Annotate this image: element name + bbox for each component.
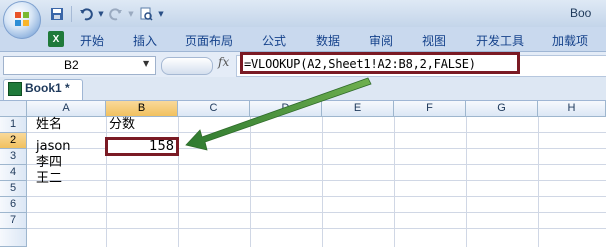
column-header-a[interactable]: A: [27, 101, 106, 117]
name-box-dropdown-icon[interactable]: ▼: [143, 59, 149, 68]
tab-insert[interactable]: 插入: [133, 32, 157, 49]
column-header-d[interactable]: D: [250, 101, 322, 117]
row-header-8[interactable]: [0, 229, 27, 247]
office-button[interactable]: [3, 1, 41, 39]
toolbar-divider: [71, 6, 72, 22]
column-header-e[interactable]: E: [322, 101, 394, 117]
cell-b1[interactable]: 分数: [109, 117, 135, 133]
quick-access-toolbar: ▼ ▼ ▼: [48, 4, 165, 24]
cell-b2[interactable]: 158: [108, 139, 174, 155]
save-icon[interactable]: [48, 5, 66, 23]
grid-line: [27, 212, 606, 213]
formula-bar-splitter[interactable]: [161, 57, 213, 75]
tab-addins[interactable]: 加载项: [552, 32, 588, 49]
row-header-3[interactable]: 3: [0, 149, 27, 165]
undo-dropdown-icon[interactable]: ▼: [97, 5, 105, 23]
formula-text: =VLOOKUP(A2,Sheet1!A2:B8,2,FALSE): [244, 57, 476, 71]
grid-line: [27, 180, 606, 181]
cell-a2[interactable]: jason: [36, 139, 71, 155]
tab-formulas[interactable]: 公式: [262, 32, 286, 49]
redo-icon[interactable]: [107, 5, 125, 23]
tab-data[interactable]: 数据: [316, 32, 340, 49]
column-header-c[interactable]: C: [178, 101, 250, 117]
customize-toolbar-icon[interactable]: ▼: [157, 5, 165, 23]
print-preview-icon[interactable]: [137, 5, 155, 23]
window-title: Boo: [570, 6, 592, 20]
office-logo-icon: [15, 12, 29, 26]
cell-a1[interactable]: 姓名: [36, 117, 62, 133]
select-all-corner[interactable]: [0, 101, 27, 117]
name-box-value: B2: [64, 58, 79, 72]
cell-a4[interactable]: 王二: [36, 171, 62, 187]
tab-home[interactable]: 开始: [80, 32, 104, 49]
row-header-6[interactable]: 6: [0, 197, 27, 213]
column-header-h[interactable]: H: [538, 101, 606, 117]
insert-function-icon[interactable]: fx: [218, 55, 229, 69]
grid-line: [27, 228, 606, 229]
workbook-tab-label: Book1 *: [25, 81, 70, 95]
tab-developer[interactable]: 开发工具: [476, 32, 524, 49]
ribbon-tab-bar: 开始 插入 页面布局 公式 数据 审阅 视图 开发工具 加载项: [0, 27, 606, 52]
excel-icon: X: [48, 31, 64, 47]
row-header-1[interactable]: 1: [0, 117, 27, 133]
row-header-5[interactable]: 5: [0, 181, 27, 197]
column-header-f[interactable]: F: [394, 101, 466, 117]
column-header-b[interactable]: B: [106, 101, 178, 117]
tab-view[interactable]: 视图: [422, 32, 446, 49]
row-header-4[interactable]: 4: [0, 165, 27, 181]
column-header-g[interactable]: G: [466, 101, 538, 117]
undo-icon[interactable]: [77, 5, 95, 23]
workbook-tab-strip: [0, 77, 606, 101]
row-header-7[interactable]: 7: [0, 213, 27, 229]
workbook-icon: [8, 82, 22, 96]
grid-line: [27, 196, 606, 197]
redo-dropdown-icon[interactable]: ▼: [127, 5, 135, 23]
tab-page-layout[interactable]: 页面布局: [185, 32, 233, 49]
grid-line: [27, 164, 606, 165]
name-box[interactable]: B2: [3, 56, 156, 75]
tab-review[interactable]: 审阅: [369, 32, 393, 49]
row-header-2[interactable]: 2: [0, 133, 27, 149]
cell-a3[interactable]: 李四: [36, 155, 62, 171]
